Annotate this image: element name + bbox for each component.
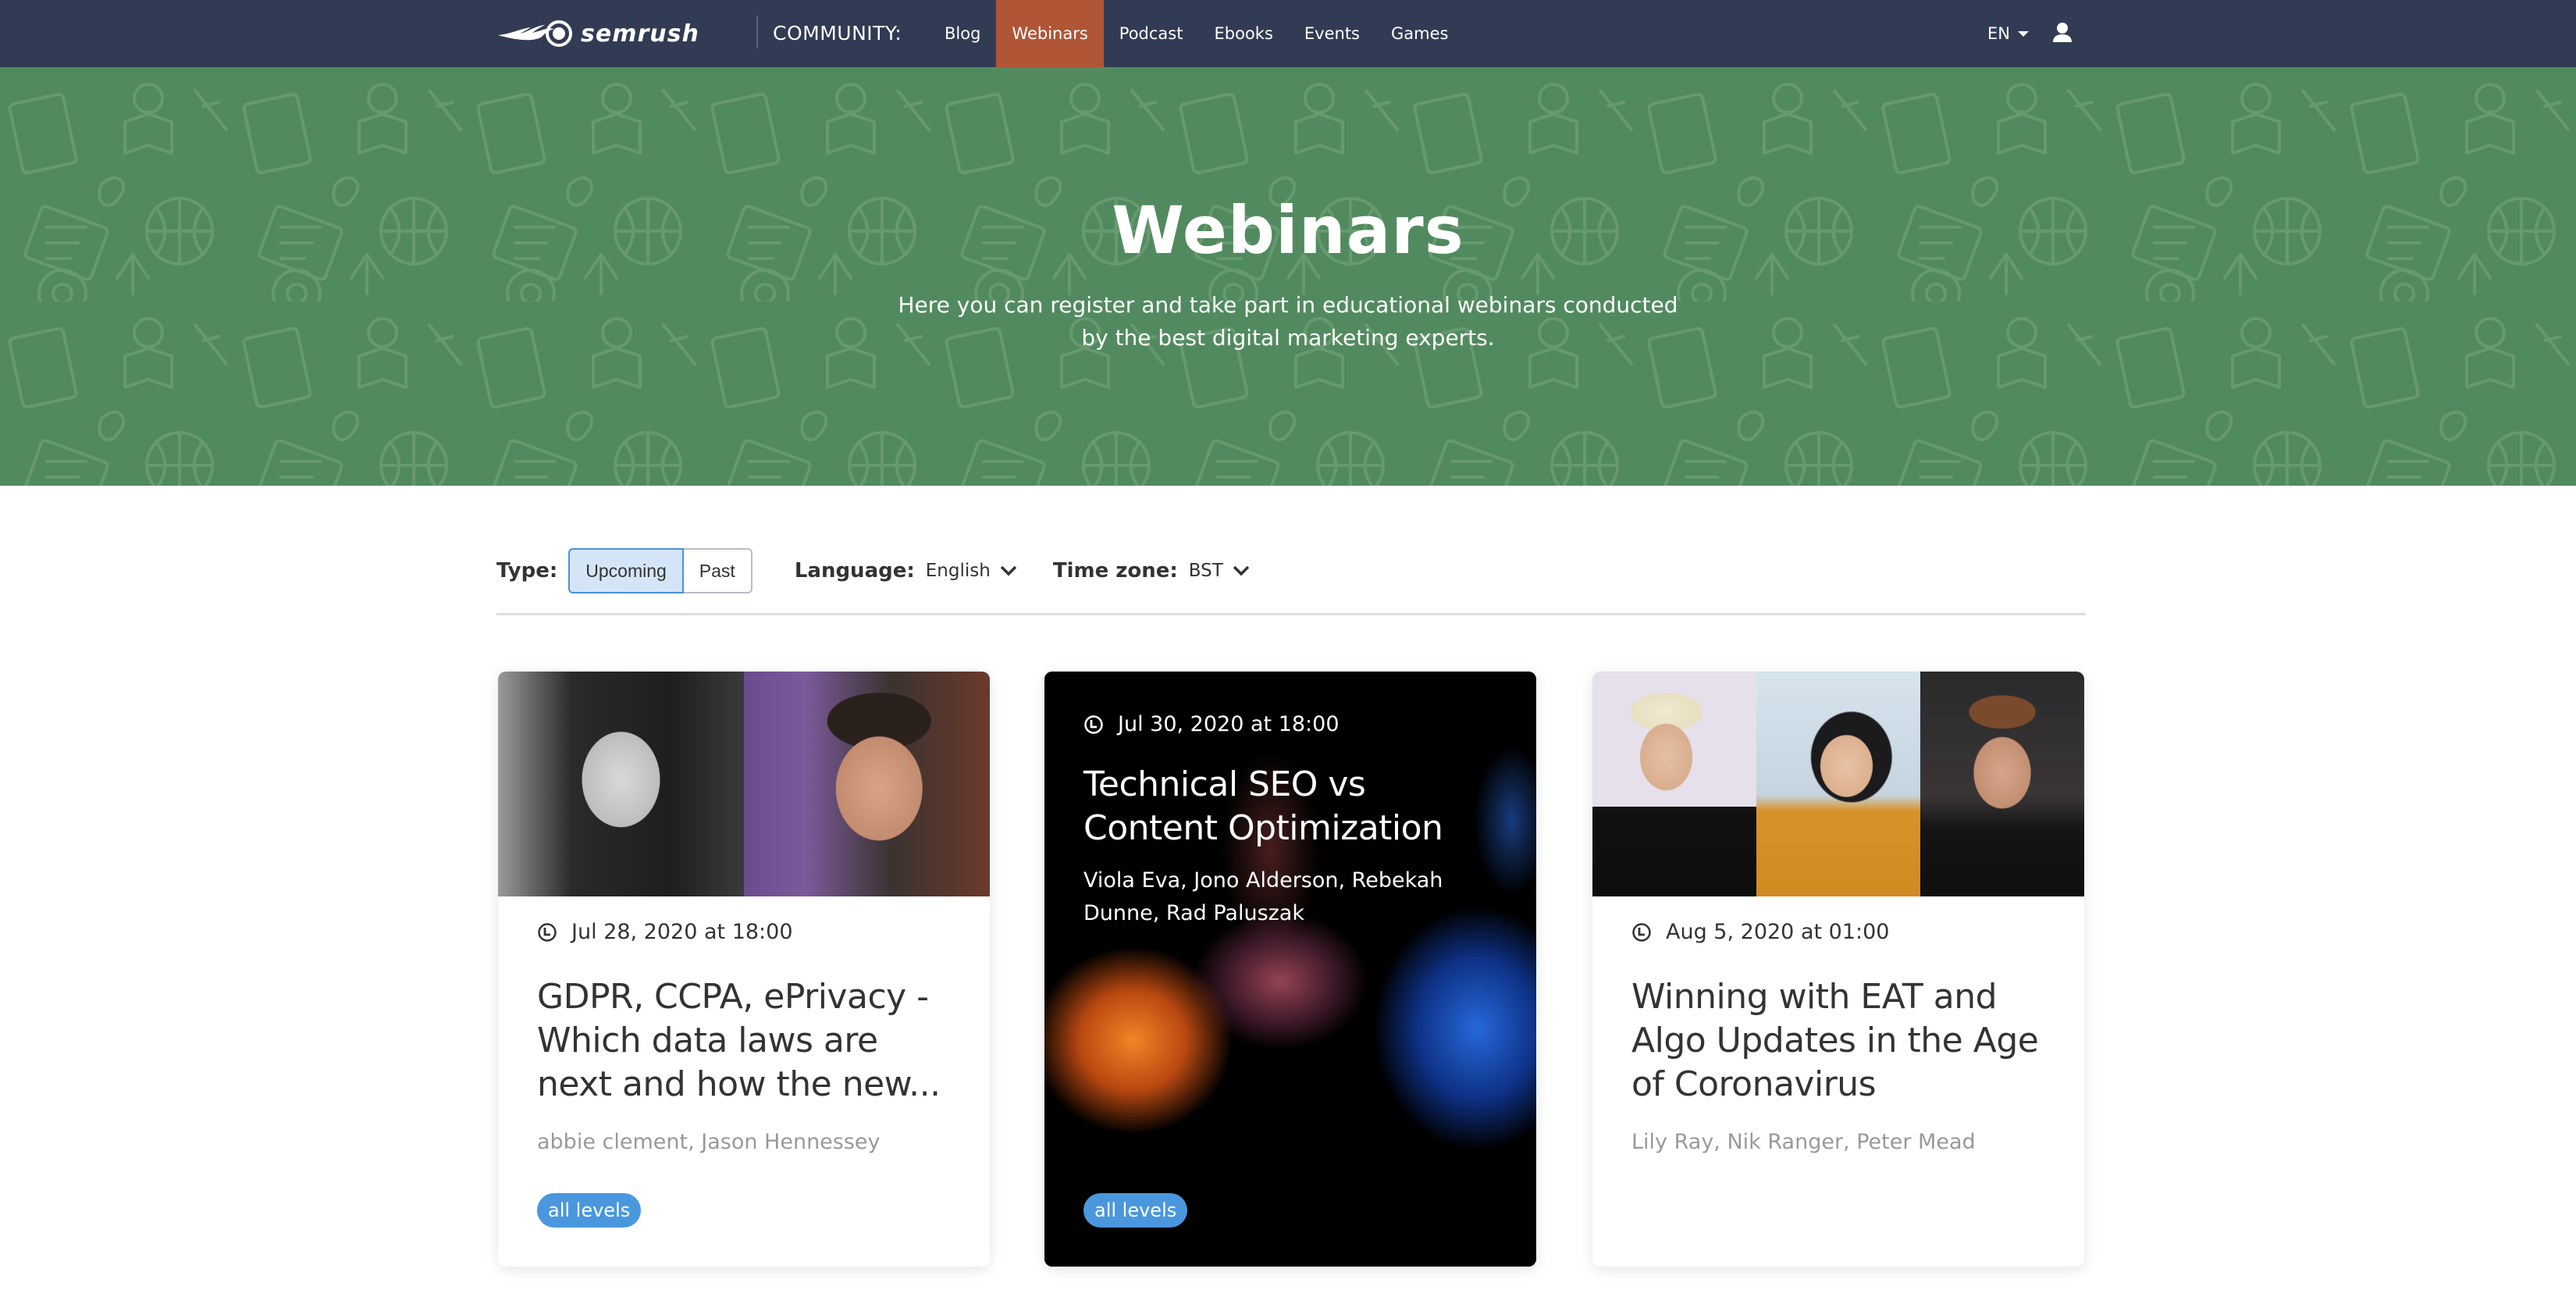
nav-item-games[interactable]: Games <box>1375 0 1464 67</box>
nav-item-events[interactable]: Events <box>1289 0 1375 67</box>
speaker-photos <box>498 672 990 896</box>
speaker-photos <box>1592 672 2084 896</box>
timezone-dropdown[interactable]: BST <box>1189 561 1250 581</box>
clock-icon <box>1632 922 1651 942</box>
webinar-filters: Type: Upcoming Past Language: English Ti… <box>496 547 2086 595</box>
nav-divider <box>756 16 758 48</box>
language-selector[interactable]: EN <box>1987 0 2029 67</box>
clock-icon <box>538 922 557 942</box>
education-doodle-pattern <box>0 67 2576 486</box>
webinar-speakers: Viola Eva, Jono Alderson, Rebekah Dunne,… <box>1083 868 1443 925</box>
webinar-speakers: abbie clement, Jason Hennessey <box>537 1130 881 1154</box>
card-body: Jul 28, 2020 at 18:00 GDPR, CCPA, ePriva… <box>537 920 959 1158</box>
webinar-date: Aug 5, 2020 at 01:00 <box>1631 920 2053 944</box>
nav-item-ebooks[interactable]: Ebooks <box>1198 0 1288 67</box>
chevron-down-icon <box>1000 565 1017 576</box>
nav-item-podcast[interactable]: Podcast <box>1104 0 1199 67</box>
language-dropdown-value: English <box>925 561 991 581</box>
speaker-photo <box>1920 672 2084 896</box>
webinar-title[interactable]: GDPR, CCPA, ePrivacy - Which data laws a… <box>537 975 959 1106</box>
community-label: COMMUNITY: <box>773 22 902 45</box>
level-badge[interactable]: all levels <box>537 1193 642 1228</box>
webinar-card[interactable]: Jul 28, 2020 at 18:00 GDPR, CCPA, ePriva… <box>498 672 990 1267</box>
timezone-dropdown-value: BST <box>1188 561 1223 581</box>
speaker-photo <box>498 672 744 896</box>
type-filter-label: Type: <box>496 559 558 583</box>
caret-down-icon <box>2017 30 2029 37</box>
speaker-photo <box>1592 672 1756 896</box>
brand-name: semrush <box>581 20 699 48</box>
webinar-date-text: Jul 30, 2020 at 18:00 <box>1118 712 1340 736</box>
language-dropdown[interactable]: English <box>926 561 1017 581</box>
community-nav: Blog Webinars Podcast Ebooks Events Game… <box>929 0 1464 67</box>
language-code: EN <box>1987 24 2010 43</box>
speaker-photo <box>744 672 990 896</box>
card-body: Jul 30, 2020 at 18:00 Technical SEO vs C… <box>1083 712 1505 930</box>
user-icon[interactable] <box>2051 21 2073 43</box>
nav-item-webinars[interactable]: Webinars <box>996 0 1104 67</box>
webinar-card[interactable]: Jul 30, 2020 at 18:00 Technical SEO vs C… <box>1044 672 1536 1267</box>
type-upcoming-button[interactable]: Upcoming <box>568 548 684 593</box>
chevron-down-icon <box>1233 565 1250 576</box>
language-filter-label: Language: <box>794 559 915 583</box>
webinar-title[interactable]: Technical SEO vs Content Optimization <box>1083 763 1505 850</box>
webinar-speakers: Lily Ray, Nik Ranger, Peter Mead <box>1631 1130 1976 1154</box>
page-title: Webinars <box>1112 192 1464 269</box>
webinar-date: Jul 30, 2020 at 18:00 <box>1083 712 1505 736</box>
filters-divider <box>496 613 2086 615</box>
card-body: Aug 5, 2020 at 01:00 Winning with EAT an… <box>1631 920 2053 1158</box>
hero-banner: Webinars Here you can register and take … <box>0 67 2576 486</box>
webinar-card[interactable]: Aug 5, 2020 at 01:00 Winning with EAT an… <box>1592 672 2084 1267</box>
type-past-button[interactable]: Past <box>683 548 753 593</box>
webinar-date: Jul 28, 2020 at 18:00 <box>537 920 959 944</box>
semrush-fireball-icon <box>498 20 572 47</box>
top-navigation: semrush COMMUNITY: Blog Webinars Podcast… <box>0 0 2576 67</box>
level-badge[interactable]: all levels <box>1083 1193 1188 1228</box>
semrush-logo[interactable]: semrush <box>496 16 699 52</box>
webinar-date-text: Jul 28, 2020 at 18:00 <box>571 920 793 944</box>
webinar-date-text: Aug 5, 2020 at 01:00 <box>1666 920 1890 944</box>
page-subtitle: Here you can register and take part in e… <box>898 292 1678 351</box>
webinar-title[interactable]: Winning with EAT and Algo Updates in the… <box>1631 975 2053 1106</box>
timezone-filter-label: Time zone: <box>1052 559 1178 583</box>
speaker-photo <box>1756 672 1920 896</box>
nav-item-blog[interactable]: Blog <box>929 0 996 67</box>
type-toggle: Upcoming Past <box>568 548 753 593</box>
clock-icon <box>1084 714 1103 734</box>
